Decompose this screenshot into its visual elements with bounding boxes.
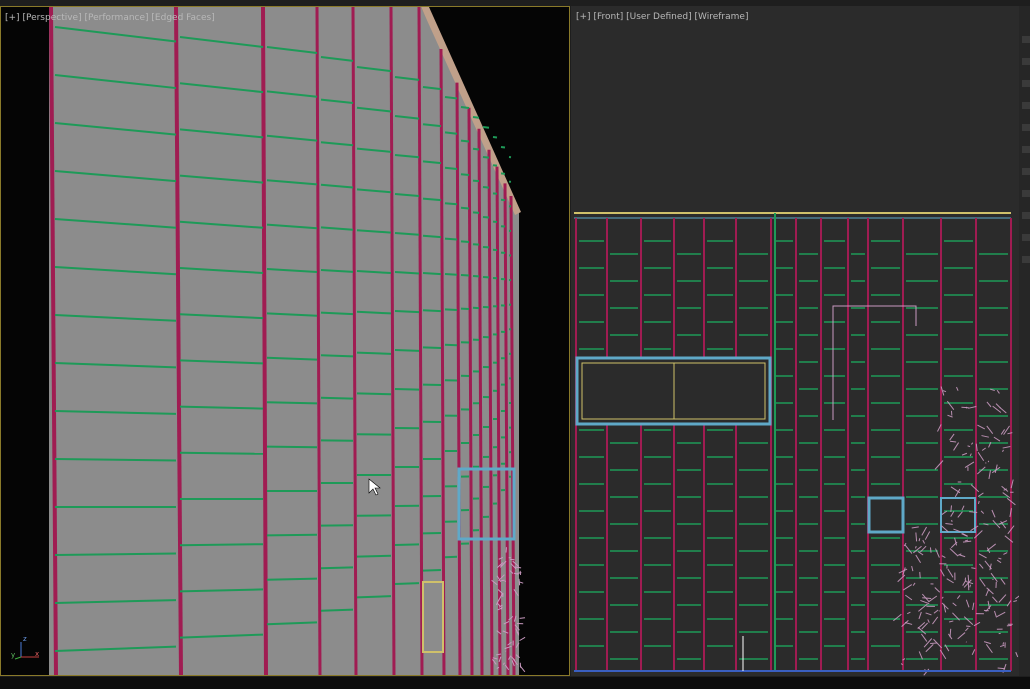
- front-wireframe-scene: [571, 6, 1019, 676]
- facade-rail: [267, 402, 317, 403]
- facade-rail: [445, 168, 457, 169]
- front-viewport[interactable]: [+] [Front] [User Defined] [Wireframe]: [571, 6, 1019, 676]
- facade-rail: [473, 117, 479, 118]
- facade-rail: [461, 208, 469, 209]
- facade-rail: [321, 398, 353, 399]
- perspective-viewport-label: [+] [Perspective] [Performance] [Edged F…: [5, 13, 215, 23]
- perspective-viewport[interactable]: [+] [Perspective] [Performance] [Edged F…: [0, 6, 570, 676]
- facade-rail: [423, 570, 441, 571]
- facade-rail: [461, 241, 469, 242]
- view-type-button[interactable]: [Front]: [593, 12, 623, 22]
- facade-wall: [49, 7, 519, 676]
- facade-rail: [483, 187, 489, 188]
- facade-rail: [267, 579, 317, 580]
- facade-rail: [357, 393, 391, 394]
- viewport-menu-button[interactable]: [+]: [576, 12, 591, 22]
- facade-rail: [357, 556, 391, 557]
- facade-rail: [445, 274, 457, 275]
- facade-rail: [483, 157, 489, 158]
- facade-rail: [395, 311, 419, 312]
- facade-rail: [423, 347, 441, 348]
- facade-rail: [180, 544, 263, 545]
- facade-rail: [473, 181, 479, 182]
- facade-rail: [445, 203, 457, 204]
- facade-rail: [357, 353, 391, 354]
- facade-rail: [321, 567, 353, 568]
- front-window-small: [869, 498, 903, 532]
- facade-rail: [267, 535, 317, 536]
- facade-rail: [395, 350, 419, 351]
- facade-rail: [473, 212, 479, 213]
- facade-rail: [267, 447, 317, 448]
- facade-rail: [395, 583, 419, 584]
- status-bar: [0, 677, 1030, 689]
- facade-rail: [423, 273, 441, 274]
- user-defined-button[interactable]: [User Defined]: [626, 12, 692, 22]
- facade-rail: [461, 174, 469, 175]
- axis-gizmo: z x y: [11, 637, 41, 661]
- facade-rail: [445, 132, 457, 133]
- facade-rail: [321, 355, 353, 356]
- facade-rail: [461, 107, 469, 108]
- shading-mode-button[interactable]: [Wireframe]: [695, 12, 749, 22]
- facade-rail: [321, 610, 353, 611]
- shading-mode-button[interactable]: [Edged Faces]: [151, 13, 214, 23]
- facade-rail: [395, 544, 419, 545]
- facade-rail: [180, 453, 263, 454]
- facade-rail: [357, 596, 391, 597]
- facade-rail: [483, 127, 489, 128]
- facade-rail: [445, 239, 457, 240]
- facade-rail: [461, 141, 469, 142]
- axis-z-label: z: [23, 635, 27, 643]
- command-panel-edge[interactable]: [1019, 6, 1030, 676]
- view-type-button[interactable]: [Perspective]: [22, 13, 81, 23]
- viewport-menu-button[interactable]: [+]: [5, 13, 20, 23]
- facade-rail: [473, 149, 479, 150]
- facade-rail: [423, 236, 441, 237]
- facade-rail: [423, 310, 441, 311]
- front-viewport-label: [+] [Front] [User Defined] [Wireframe]: [576, 12, 748, 22]
- facade-rail: [483, 217, 489, 218]
- axis-x-label: x: [35, 650, 39, 658]
- facade-rail: [445, 309, 457, 310]
- perspective-scene: [1, 7, 570, 676]
- facade-rail: [395, 389, 419, 390]
- performance-button[interactable]: [Performance]: [84, 13, 148, 23]
- axis-y-label: y: [11, 651, 15, 659]
